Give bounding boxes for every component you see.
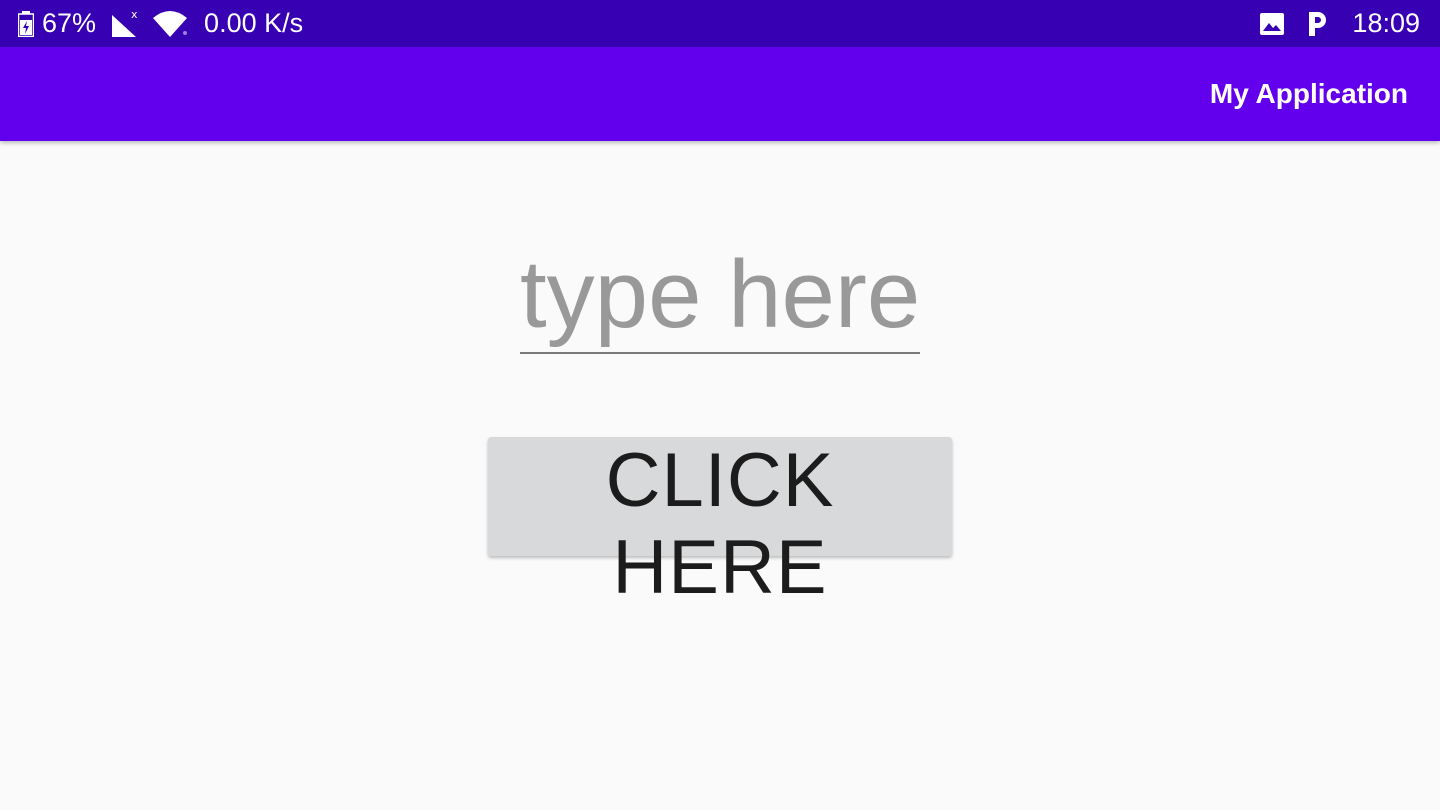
battery-percent: 67% xyxy=(42,8,97,38)
status-bar: 67% x 0.00 K/s 18:09 xyxy=(0,0,1440,47)
click-here-button[interactable]: CLICK HERE xyxy=(488,437,952,610)
signal-no-data-icon: x xyxy=(110,9,142,39)
status-bar-left: 67% x 0.00 K/s xyxy=(18,8,303,39)
battery-charging-icon xyxy=(18,10,34,37)
svg-text:x: x xyxy=(131,9,138,21)
wifi-icon xyxy=(152,10,190,38)
app-bar: My Application xyxy=(0,47,1440,141)
text-input[interactable] xyxy=(520,238,920,354)
status-bar-right: 18:09 xyxy=(1260,8,1420,39)
app-title: My Application xyxy=(1209,78,1408,109)
network-speed: 0.00 K/s xyxy=(204,8,304,38)
parking-icon xyxy=(1306,10,1328,38)
image-icon xyxy=(1260,12,1285,35)
clock-time: 18:09 xyxy=(1352,8,1420,38)
